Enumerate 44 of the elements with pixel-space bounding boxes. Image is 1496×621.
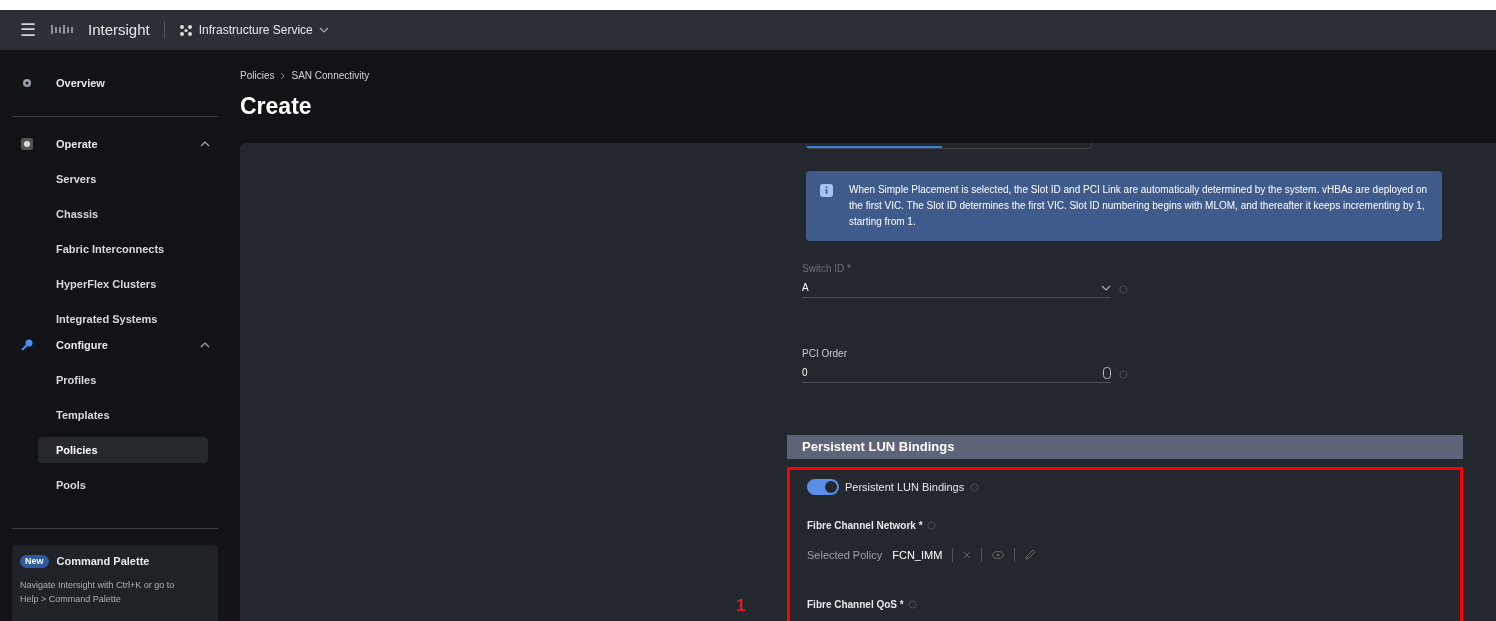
chevron-right-icon — [280, 71, 286, 80]
chevron-up-icon — [200, 141, 210, 147]
nav-item[interactable]: Overview — [12, 70, 218, 96]
nav-item[interactable]: Pools — [38, 472, 208, 498]
policy-caption: Selected Policy — [807, 547, 883, 563]
select-field[interactable]: Switch ID * A — [802, 261, 1111, 298]
eye-icon[interactable] — [992, 550, 1005, 559]
policy-label: Fibre Channel Network * — [807, 518, 923, 533]
nav-item[interactable]: Chassis — [38, 201, 208, 227]
close-icon[interactable] — [963, 550, 972, 559]
policy-label: Fibre Channel QoS * — [807, 598, 904, 612]
app-title: Intersight — [88, 19, 150, 40]
chevron-up-icon — [200, 342, 210, 348]
nav-item[interactable]: HyperFlex Clusters — [38, 271, 208, 297]
chevron-down-icon — [318, 27, 329, 33]
new-badge: New — [20, 554, 49, 568]
promo-title: Command Palette — [56, 554, 150, 569]
nav-item[interactable]: Profiles — [38, 367, 208, 393]
number-field[interactable]: PCI Order 0 — [802, 346, 1111, 383]
nav-item[interactable]: Servers — [38, 166, 208, 192]
nav-item[interactable]: Fabric Interconnects — [38, 236, 208, 262]
nav-item[interactable]: Templates — [38, 402, 208, 428]
nav-group[interactable]: Configure — [12, 332, 218, 358]
info-text: When Simple Placement is selected, the Slot ID and PCI Link are automatically determined by the system. vHBAs are deployed on the first VIC. The Slot ID determines the first VIC. Slot ID numbering begins with MLOM, and thereafter it keeps incrementing by 1, starting from 1. — [849, 183, 1428, 229]
logo-icon — [50, 24, 74, 36]
stepper-icon — [1103, 366, 1111, 379]
menu-button[interactable]: ☰ — [20, 16, 36, 44]
nav-item[interactable]: Integrated Systems — [38, 306, 208, 332]
pencil-icon[interactable] — [1025, 549, 1037, 561]
nav-group[interactable]: Operate — [12, 131, 218, 157]
section-header: Persistent LUN Bindings — [787, 435, 1463, 459]
annotation-number: 1 — [736, 595, 746, 617]
toggle-switch[interactable] — [807, 479, 839, 496]
breadcrumb-link[interactable]: SAN Connectivity — [291, 68, 370, 83]
promo-text: Navigate Intersight with Ctrl+K or go to Help > Command Palette — [20, 578, 176, 606]
breadcrumb-link[interactable]: Policies — [240, 68, 275, 83]
page-title: Create — [240, 92, 313, 121]
wrench-icon — [20, 338, 34, 352]
toggle-label: Persistent LUN Bindings — [845, 480, 965, 495]
service-selector[interactable]: Infrastructure Service — [178, 21, 329, 39]
network-icon — [178, 24, 193, 36]
chevron-down-icon — [1101, 284, 1111, 291]
policy-value: FCN_IMM — [892, 547, 943, 563]
nav-item[interactable]: Policies — [38, 437, 208, 463]
